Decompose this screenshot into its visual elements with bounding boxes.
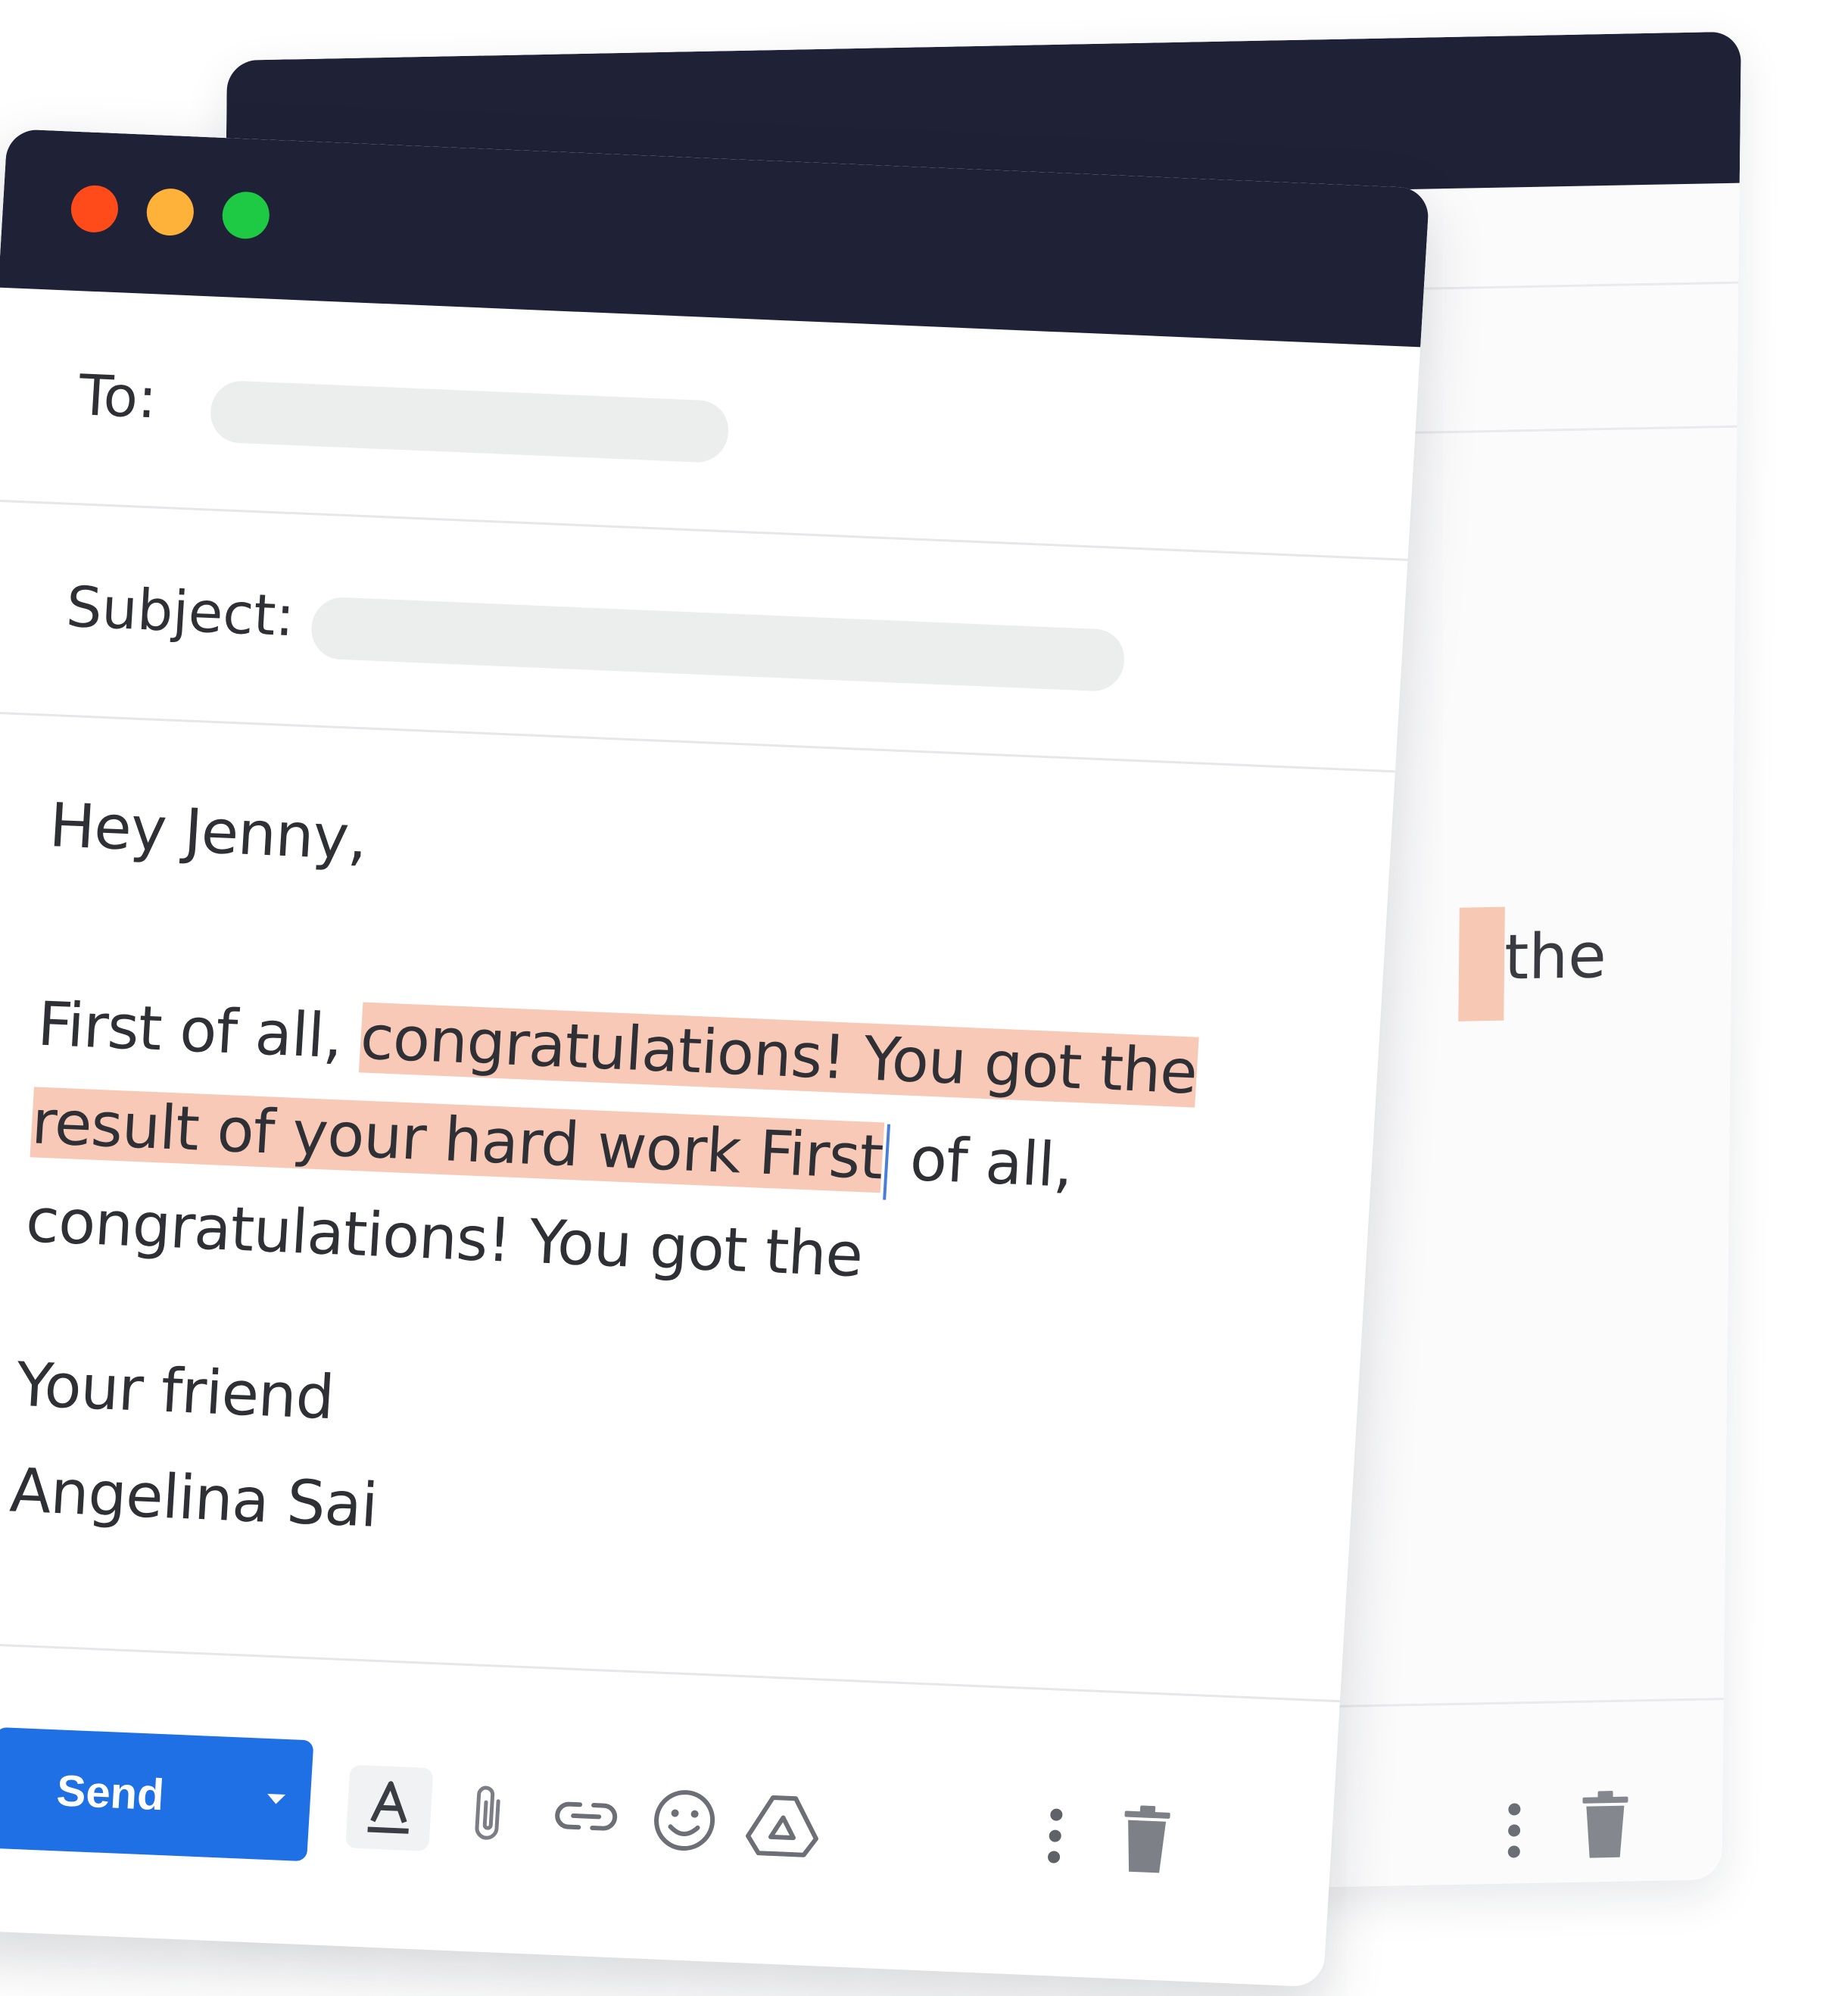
drive-icon[interactable]: [739, 1781, 827, 1867]
greeting-text: Hey Jenny,: [47, 790, 369, 874]
to-input[interactable]: [208, 379, 731, 464]
more-vert-icon[interactable]: [1011, 1792, 1099, 1879]
signature-text: Angelina Sai: [8, 1455, 379, 1541]
compose-scene: the To: Subject: Hey Jenny, First of all…: [0, 0, 1848, 1996]
attach-icon[interactable]: [444, 1769, 531, 1855]
subject-input[interactable]: [310, 596, 1127, 693]
emoji-icon[interactable]: [640, 1777, 728, 1863]
back-window-text: the: [1504, 920, 1607, 994]
to-label: To:: [76, 363, 159, 432]
back-more-vert-icon[interactable]: [1503, 1800, 1526, 1865]
close-window-button[interactable]: [70, 184, 120, 234]
compose-toolbar: Send: [0, 1640, 1340, 1987]
link-icon[interactable]: [542, 1773, 630, 1859]
message-body[interactable]: Hey Jenny, First of all, congratulations…: [0, 710, 1395, 1703]
body-text-segment: of all,: [890, 1122, 1075, 1201]
back-trash-icon[interactable]: [1578, 1790, 1632, 1863]
signoff-text: Your friend: [14, 1349, 336, 1433]
back-text-highlight: [1458, 906, 1505, 1021]
body-paragraph: First of all, congratulations! You got t…: [23, 975, 1200, 1318]
body-text-segment: First of all,: [36, 988, 363, 1073]
compose-window: To: Subject: Hey Jenny, First of all, co…: [0, 129, 1430, 1988]
minimize-window-button[interactable]: [145, 187, 195, 237]
subject-label: Subject:: [64, 574, 297, 650]
body-text-segment: congratulations! You got the: [23, 1185, 865, 1291]
maximize-window-button[interactable]: [220, 191, 271, 240]
text-format-icon[interactable]: [345, 1764, 434, 1851]
trash-icon[interactable]: [1102, 1796, 1189, 1882]
caret-down-icon[interactable]: [238, 1738, 313, 1861]
